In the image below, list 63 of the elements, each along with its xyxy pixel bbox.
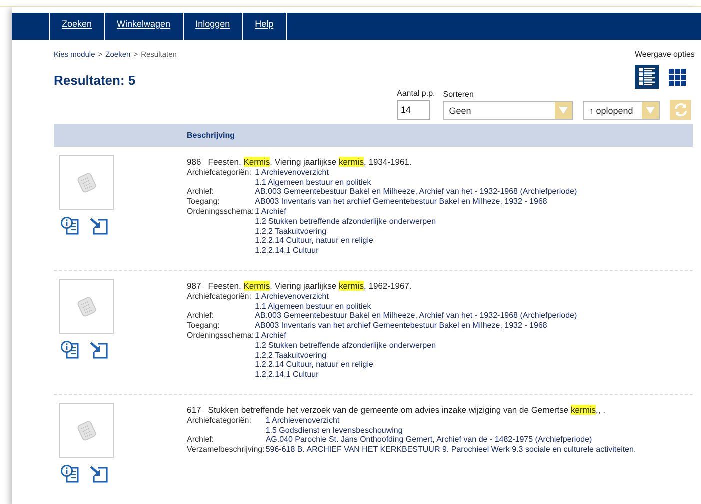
field-value: 1.1 Algemeen bestuur en politiek	[255, 178, 372, 188]
field-value: 1 Archievenoverzicht	[255, 292, 330, 302]
result-title[interactable]: 617 Stukken betreffende het verzoek van de gemeente om advies inzake wijziging van de Gemertse kermis,, .	[187, 406, 636, 416]
field-value: 1 Archievenoverzicht	[255, 168, 330, 178]
list-view-icon	[639, 68, 655, 86]
field-label: Verzamelbeschrijving:	[187, 445, 266, 455]
field-value: 1.2.2.14 Cultuur, natuur en religie	[255, 360, 374, 370]
nav-link[interactable]: Help	[242, 13, 287, 40]
per-page-field[interactable]: 14	[397, 100, 430, 120]
result-title[interactable]: 987 Feesten. Kermis. Viering jaarlijkse kermis, 1962-1967.	[187, 282, 578, 292]
field-label: Toegang:	[187, 197, 221, 207]
field-value: AB.003 Gemeentebestuur Bakel en Milheeze, Archief van het - 1932-1968 (Archiefperiode)	[255, 311, 578, 322]
field-value: 1.1 Algemeen bestuur en politiek	[255, 302, 372, 312]
field-value: 1.2.2 Taakuitvoering	[255, 226, 328, 236]
field-value: 1 Archief	[255, 330, 288, 341]
caret-icon	[646, 107, 656, 114]
field-value: 1 Archief	[255, 206, 288, 217]
field-value: AB003 Inventaris van het archief Gemeentebestuur Bakel en Milheze, 1932 - 1968	[255, 197, 548, 207]
document-thumbnail[interactable]	[59, 403, 114, 458]
view-options-label: Weergave opties	[635, 50, 695, 59]
field-value: AG.040 Parochie St. Jans Onthoofding Gemert, Archief van de - 1482-1975 (Archiefperiode)	[266, 435, 594, 446]
field-label: Archief:	[187, 187, 216, 198]
field-value: 1.2.2 Taakuitvoering	[255, 350, 328, 360]
results-heading: Resultaten: 5	[54, 73, 137, 88]
grid-view-icon	[668, 68, 686, 86]
info-document-icon[interactable]	[61, 341, 80, 359]
field-value: 1.2.2.14.1 Cultuur	[255, 370, 320, 380]
field-value: 596-618 B. ARCHIEF VAN HET KERKBESTUUR 9. Parochieel Werk 9.3 sociale en culturele activiteiten.	[266, 445, 636, 455]
field-label: Archiefcategoriën:	[187, 292, 252, 303]
sort-dropdown[interactable]: Geen	[443, 101, 574, 120]
sort-order-dropdown[interactable]: ↑ oplopend	[583, 101, 660, 120]
field-value: 1.2 Stukken betreffende afzonderlijke onderwerpen	[255, 216, 438, 227]
refresh-icon	[674, 103, 688, 117]
list-view-button[interactable]	[635, 65, 659, 89]
field-value: 1 Archievenoverzicht	[266, 416, 341, 426]
field-label: Archief:	[187, 311, 216, 322]
info-document-icon[interactable]	[61, 465, 80, 483]
result-title[interactable]: 986 Feesten. Kermis. Viering jaarlijkse kermis, 1934-1961.	[187, 158, 578, 168]
info-document-icon[interactable]	[61, 217, 80, 235]
field-value: AB003 Inventaris van het archief Gemeentebestuur Bakel en Milheze, 1932 - 1968	[255, 321, 548, 331]
per-page-label: Aantal p.p.	[397, 89, 436, 98]
field-value: 1.2.2.14 Cultuur, natuur en religie	[255, 236, 374, 246]
nav-link[interactable]: Inloggen	[182, 13, 242, 40]
document-thumbnail[interactable]	[59, 155, 114, 210]
field-label: Ordeningsschema:	[187, 206, 256, 218]
field-label: Archiefcategoriën:	[187, 168, 252, 179]
export-icon[interactable]	[90, 341, 109, 359]
field-label: Ordeningsschema:	[187, 330, 256, 342]
field-label: Archiefcategoriën:	[187, 416, 252, 427]
field-value: 1.5 Godsdienst en levensbeschouwing	[266, 426, 404, 436]
document-thumbnail[interactable]	[59, 279, 114, 334]
nav-link[interactable]: Zoeken	[49, 13, 104, 40]
export-icon[interactable]	[90, 217, 109, 235]
field-value: 1.2 Stukken betreffende afzonderlijke onderwerpen	[255, 340, 438, 351]
caret-icon	[559, 107, 568, 114]
field-label: Archief:	[187, 435, 216, 446]
sort-label: Sorteren	[443, 90, 475, 99]
column-header: Beschrijving	[187, 131, 236, 140]
nav-link[interactable]: Winkelwagen	[104, 13, 183, 40]
export-icon[interactable]	[90, 465, 109, 483]
field-value: AB.003 Gemeentebestuur Bakel en Milheeze, Archief van het - 1932-1968 (Archiefperiode)	[255, 187, 578, 198]
field-label: Toegang:	[187, 321, 221, 331]
field-value: 1.2.2.14.1 Cultuur	[255, 246, 320, 256]
